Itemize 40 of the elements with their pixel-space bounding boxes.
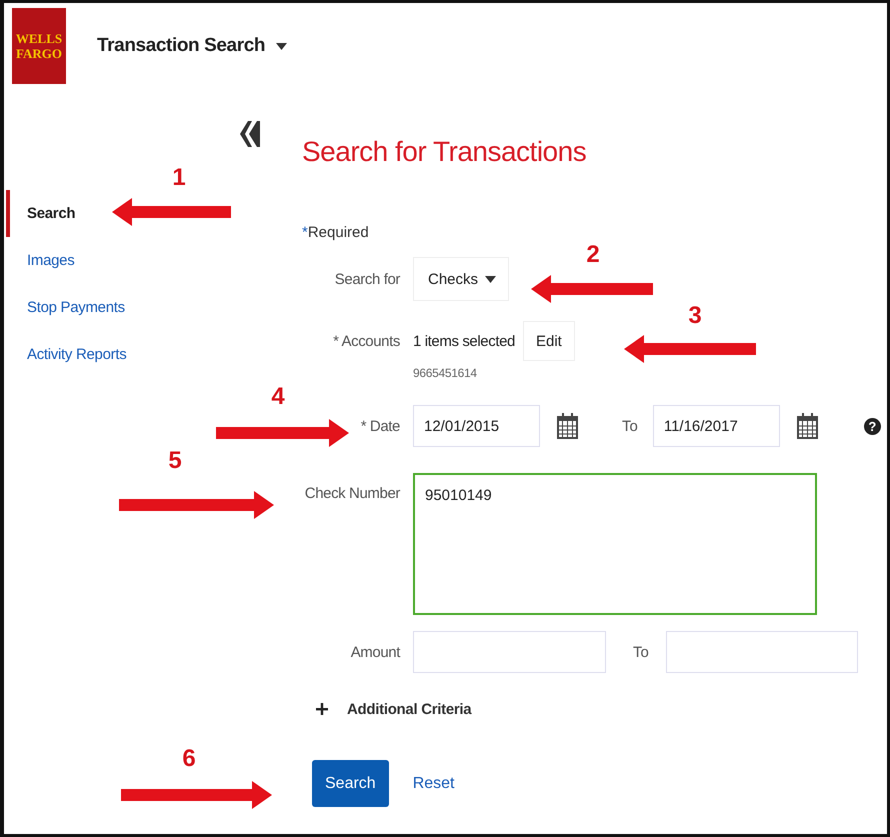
- app-title-menu[interactable]: Transaction Search: [97, 35, 288, 57]
- search-button[interactable]: Search: [312, 760, 389, 807]
- callout-number: 3: [687, 301, 703, 331]
- caret-icon: [485, 276, 496, 282]
- required-marker: *: [302, 223, 308, 243]
- account-number: 9665451614: [413, 366, 477, 380]
- logo: WELLS FARGO: [12, 8, 66, 84]
- plus-icon: [316, 703, 328, 715]
- caret-icon: [276, 42, 288, 50]
- field-label: Check Number: [304, 485, 400, 502]
- sidebar-item[interactable]: Images: [6, 237, 302, 284]
- check-number-field[interactable]: 95010149: [413, 473, 817, 615]
- page-heading: Search for Transactions: [302, 135, 588, 169]
- amount-from-field[interactable]: [413, 631, 606, 673]
- sidebar-item[interactable]: Stop Payments: [6, 284, 302, 331]
- callout-number: 1: [171, 163, 187, 193]
- date-to-field[interactable]: 11/16/2017: [652, 405, 780, 447]
- additional-criteria-toggle[interactable]: Additional Criteria: [302, 697, 472, 721]
- field-label: Amount: [350, 644, 400, 660]
- edit-button[interactable]: Edit: [522, 321, 575, 361]
- field-label: * Date: [360, 418, 400, 434]
- reset-link[interactable]: Reset: [412, 774, 454, 792]
- callout-number: 2: [585, 240, 601, 270]
- required-note: Required: [308, 223, 369, 243]
- help-icon[interactable]: ?: [864, 418, 881, 434]
- callout-number: 4: [270, 382, 286, 412]
- callout-number: 6: [181, 744, 197, 774]
- calendar-icon[interactable]: [796, 413, 818, 439]
- to-label: To: [622, 418, 638, 434]
- calendar-icon[interactable]: [557, 413, 578, 439]
- search-type-dropdown[interactable]: Checks: [413, 257, 510, 301]
- sidebar-item[interactable]: Activity Reports: [6, 331, 302, 378]
- field-label: * Accounts: [332, 332, 400, 350]
- callout-number: 5: [167, 446, 183, 476]
- to-label: To: [633, 644, 649, 660]
- amount-to-field[interactable]: [666, 631, 858, 673]
- field-label: Search for: [334, 270, 400, 288]
- date-from-field[interactable]: 12/01/2015: [413, 405, 540, 447]
- collapse-icon[interactable]: [238, 119, 260, 149]
- accounts-summary: 1 items selected: [413, 332, 515, 350]
